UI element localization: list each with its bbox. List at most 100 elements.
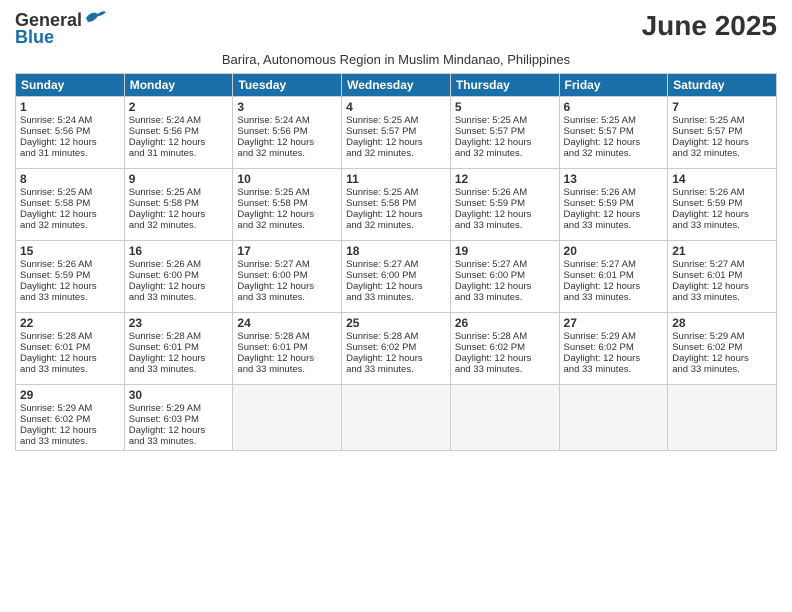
daylight-label: Daylight: 12 hours: [672, 281, 749, 292]
sunset-label: Sunset: 5:56 PM: [129, 126, 199, 137]
daylight-minutes: and 32 minutes.: [237, 148, 305, 159]
sunset-label: Sunset: 6:01 PM: [20, 342, 90, 353]
sunrise-label: Sunrise: 5:25 AM: [237, 187, 309, 198]
sunset-label: Sunset: 6:00 PM: [346, 270, 416, 281]
daylight-minutes: and 32 minutes.: [20, 220, 88, 231]
table-row: 15 Sunrise: 5:26 AM Sunset: 5:59 PM Dayl…: [16, 241, 777, 313]
day-number: 21: [672, 244, 772, 258]
day-number: 17: [237, 244, 337, 258]
sunrise-label: Sunrise: 5:27 AM: [672, 259, 744, 270]
sunset-label: Sunset: 6:01 PM: [237, 342, 307, 353]
list-item: 10 Sunrise: 5:25 AM Sunset: 5:58 PM Dayl…: [233, 169, 342, 241]
col-friday: Friday: [559, 74, 668, 97]
day-number: 9: [129, 172, 229, 186]
daylight-label: Daylight: 12 hours: [237, 353, 314, 364]
daylight-minutes: and 33 minutes.: [237, 364, 305, 375]
daylight-label: Daylight: 12 hours: [455, 137, 532, 148]
day-number: 8: [20, 172, 120, 186]
sunset-label: Sunset: 6:02 PM: [20, 414, 90, 425]
sunrise-label: Sunrise: 5:26 AM: [129, 259, 201, 270]
daylight-minutes: and 33 minutes.: [455, 292, 523, 303]
sunset-label: Sunset: 5:59 PM: [455, 198, 525, 209]
daylight-label: Daylight: 12 hours: [672, 137, 749, 148]
sunset-label: Sunset: 5:56 PM: [237, 126, 307, 137]
list-item: 18 Sunrise: 5:27 AM Sunset: 6:00 PM Dayl…: [342, 241, 451, 313]
daylight-label: Daylight: 12 hours: [20, 353, 97, 364]
list-item: 25 Sunrise: 5:28 AM Sunset: 6:02 PM Dayl…: [342, 313, 451, 385]
list-item: 22 Sunrise: 5:28 AM Sunset: 6:01 PM Dayl…: [16, 313, 125, 385]
daylight-minutes: and 33 minutes.: [237, 292, 305, 303]
sunrise-label: Sunrise: 5:25 AM: [346, 187, 418, 198]
day-number: 7: [672, 100, 772, 114]
day-number: 2: [129, 100, 229, 114]
sunrise-label: Sunrise: 5:27 AM: [346, 259, 418, 270]
list-item: 8 Sunrise: 5:25 AM Sunset: 5:58 PM Dayli…: [16, 169, 125, 241]
header: General Blue June 2025: [15, 10, 777, 48]
sunset-label: Sunset: 5:57 PM: [346, 126, 416, 137]
day-number: 23: [129, 316, 229, 330]
sunrise-label: Sunrise: 5:27 AM: [564, 259, 636, 270]
daylight-minutes: and 32 minutes.: [129, 220, 197, 231]
day-number: 1: [20, 100, 120, 114]
daylight-label: Daylight: 12 hours: [20, 137, 97, 148]
sunset-label: Sunset: 5:58 PM: [346, 198, 416, 209]
sunrise-label: Sunrise: 5:26 AM: [564, 187, 636, 198]
daylight-label: Daylight: 12 hours: [129, 281, 206, 292]
sunset-label: Sunset: 5:56 PM: [20, 126, 90, 137]
day-number: 26: [455, 316, 555, 330]
empty-cell: [233, 385, 342, 451]
col-thursday: Thursday: [450, 74, 559, 97]
daylight-label: Daylight: 12 hours: [455, 209, 532, 220]
page: General Blue June 2025 Barira, Autonomou…: [0, 0, 792, 612]
sunrise-label: Sunrise: 5:28 AM: [20, 331, 92, 342]
daylight-minutes: and 33 minutes.: [346, 292, 414, 303]
day-number: 29: [20, 388, 120, 402]
daylight-minutes: and 33 minutes.: [20, 436, 88, 447]
daylight-minutes: and 33 minutes.: [129, 436, 197, 447]
logo-bird-icon: [84, 8, 106, 26]
daylight-label: Daylight: 12 hours: [455, 281, 532, 292]
day-number: 14: [672, 172, 772, 186]
list-item: 20 Sunrise: 5:27 AM Sunset: 6:01 PM Dayl…: [559, 241, 668, 313]
list-item: 2 Sunrise: 5:24 AM Sunset: 5:56 PM Dayli…: [124, 97, 233, 169]
list-item: 19 Sunrise: 5:27 AM Sunset: 6:00 PM Dayl…: [450, 241, 559, 313]
list-item: 1 Sunrise: 5:24 AM Sunset: 5:56 PM Dayli…: [16, 97, 125, 169]
daylight-minutes: and 33 minutes.: [455, 364, 523, 375]
sunrise-label: Sunrise: 5:27 AM: [237, 259, 309, 270]
daylight-label: Daylight: 12 hours: [564, 353, 641, 364]
daylight-minutes: and 33 minutes.: [672, 220, 740, 231]
sunrise-label: Sunrise: 5:25 AM: [672, 115, 744, 126]
sunrise-label: Sunrise: 5:29 AM: [564, 331, 636, 342]
list-item: 4 Sunrise: 5:25 AM Sunset: 5:57 PM Dayli…: [342, 97, 451, 169]
daylight-minutes: and 33 minutes.: [455, 220, 523, 231]
day-number: 16: [129, 244, 229, 258]
sunset-label: Sunset: 6:00 PM: [237, 270, 307, 281]
sunrise-label: Sunrise: 5:24 AM: [237, 115, 309, 126]
sunrise-label: Sunrise: 5:26 AM: [455, 187, 527, 198]
table-row: 8 Sunrise: 5:25 AM Sunset: 5:58 PM Dayli…: [16, 169, 777, 241]
list-item: 6 Sunrise: 5:25 AM Sunset: 5:57 PM Dayli…: [559, 97, 668, 169]
list-item: 28 Sunrise: 5:29 AM Sunset: 6:02 PM Dayl…: [668, 313, 777, 385]
sunrise-label: Sunrise: 5:26 AM: [20, 259, 92, 270]
daylight-label: Daylight: 12 hours: [237, 209, 314, 220]
daylight-label: Daylight: 12 hours: [455, 353, 532, 364]
sunrise-label: Sunrise: 5:26 AM: [672, 187, 744, 198]
sunset-label: Sunset: 6:02 PM: [346, 342, 416, 353]
daylight-minutes: and 33 minutes.: [129, 292, 197, 303]
table-row: 22 Sunrise: 5:28 AM Sunset: 6:01 PM Dayl…: [16, 313, 777, 385]
list-item: 17 Sunrise: 5:27 AM Sunset: 6:00 PM Dayl…: [233, 241, 342, 313]
sunset-label: Sunset: 5:58 PM: [129, 198, 199, 209]
day-number: 4: [346, 100, 446, 114]
empty-cell: [668, 385, 777, 451]
sunrise-label: Sunrise: 5:27 AM: [455, 259, 527, 270]
day-number: 24: [237, 316, 337, 330]
logo: General Blue: [15, 10, 106, 48]
day-number: 20: [564, 244, 664, 258]
day-number: 22: [20, 316, 120, 330]
daylight-minutes: and 33 minutes.: [672, 364, 740, 375]
daylight-minutes: and 32 minutes.: [672, 148, 740, 159]
daylight-minutes: and 33 minutes.: [346, 364, 414, 375]
sunrise-label: Sunrise: 5:25 AM: [129, 187, 201, 198]
daylight-minutes: and 31 minutes.: [129, 148, 197, 159]
sunrise-label: Sunrise: 5:25 AM: [20, 187, 92, 198]
